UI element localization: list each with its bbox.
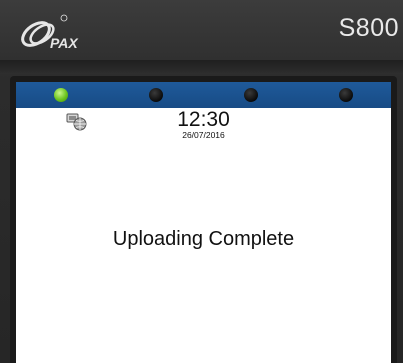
led-indicator-4 [339,88,353,102]
casing-groove [0,60,403,74]
clock-display: 12:30 26/07/2016 [16,108,391,141]
model-label: S800 [338,14,399,42]
time-label: 12:30 [177,108,230,131]
pax-logo: PAX [16,12,106,56]
status-led-bar [16,82,391,108]
date-label: 26/07/2016 [182,130,225,140]
led-indicator-2 [149,88,163,102]
terminal-screen: 12:30 26/07/2016 Uploading Complete [16,82,391,363]
status-message: Uploading Complete [112,228,295,250]
led-indicator-1 [54,88,68,102]
led-indicator-3 [244,88,258,102]
svg-text:PAX: PAX [50,35,79,51]
